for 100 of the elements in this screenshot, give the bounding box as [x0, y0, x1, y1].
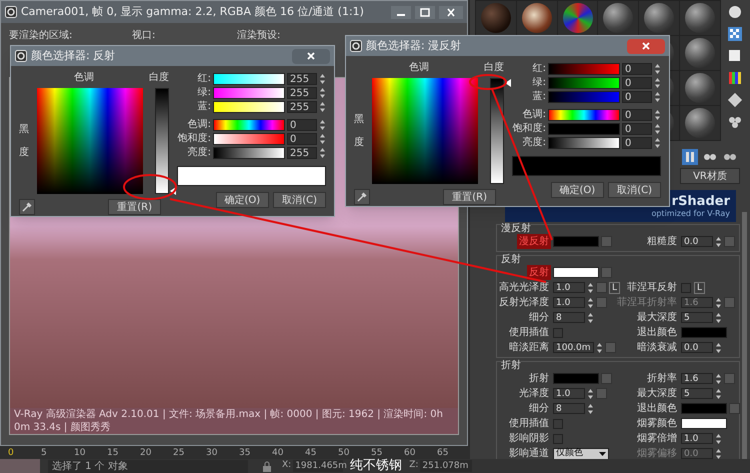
- sphere-icon[interactable]: [727, 4, 743, 20]
- channel-gradient-bar[interactable]: [213, 132, 285, 144]
- timeline-tick[interactable]: 30: [206, 448, 239, 458]
- color-swatch[interactable]: [681, 327, 727, 338]
- channel-value-field[interactable]: 0: [622, 122, 652, 134]
- channel-gradient-bar[interactable]: [213, 86, 285, 98]
- timeline-tick[interactable]: 65: [437, 448, 470, 458]
- timeline-tick[interactable]: 60: [404, 448, 437, 458]
- number-field[interactable]: 100.0m: [553, 342, 594, 353]
- checkbox[interactable]: [681, 282, 691, 292]
- checker-icon[interactable]: [727, 26, 743, 42]
- spinner-arrows-icon[interactable]: [654, 62, 661, 74]
- reset-button[interactable]: 重置(R): [108, 199, 161, 215]
- number-field[interactable]: 1.0: [681, 433, 713, 444]
- eyedropper-button[interactable]: [19, 199, 35, 215]
- channel-value-field[interactable]: 0: [622, 108, 652, 120]
- channel-gradient-bar[interactable]: [213, 146, 285, 158]
- checkbox[interactable]: [553, 418, 563, 428]
- spinner-arrows-icon[interactable]: [319, 86, 326, 98]
- channel-value-field[interactable]: 0: [287, 118, 317, 130]
- channel-value-field[interactable]: 255: [287, 72, 317, 84]
- color-swatch[interactable]: [553, 236, 599, 247]
- spinner-arrows-icon[interactable]: [587, 388, 594, 400]
- spinner-arrows-icon[interactable]: [319, 132, 326, 144]
- timeline-tick[interactable]: 40: [272, 448, 305, 458]
- spheres-icon[interactable]: [727, 114, 743, 130]
- channel-gradient-bar[interactable]: [213, 100, 285, 112]
- timeline-tick[interactable]: 10: [74, 448, 107, 458]
- square-icon[interactable]: [727, 48, 743, 64]
- toolbar-highlighted-icon[interactable]: [682, 149, 698, 165]
- checkbox[interactable]: [553, 328, 563, 338]
- channel-value-field[interactable]: 0: [622, 62, 652, 74]
- eyedropper-button[interactable]: [354, 189, 370, 205]
- scrollbar[interactable]: [742, 212, 747, 462]
- cancel-button[interactable]: 取消(C): [608, 182, 661, 198]
- lock-toggle[interactable]: L: [609, 282, 620, 294]
- close-button[interactable]: [292, 48, 330, 64]
- timeline-tick[interactable]: 0: [8, 448, 41, 458]
- number-field[interactable]: 8: [553, 403, 585, 414]
- timeline-tick[interactable]: 35: [239, 448, 272, 458]
- spinner-arrows-icon[interactable]: [319, 118, 326, 130]
- spinner-arrows-icon[interactable]: [587, 402, 594, 414]
- minimize-icon[interactable]: [391, 6, 411, 18]
- channel-value-field[interactable]: 0: [622, 90, 652, 102]
- spinner-arrows-icon[interactable]: [715, 342, 722, 354]
- material-type-button[interactable]: VR材质: [680, 168, 740, 184]
- spinner-arrows-icon[interactable]: [596, 342, 603, 354]
- color-bars-icon[interactable]: [727, 70, 743, 86]
- number-field[interactable]: 0.0: [681, 236, 713, 247]
- number-field[interactable]: 8: [553, 312, 585, 323]
- number-field[interactable]: 5: [681, 312, 713, 323]
- spinner-arrows-icon[interactable]: [715, 236, 722, 248]
- timeline-tick[interactable]: 20: [140, 448, 173, 458]
- spinner-arrows-icon[interactable]: [654, 90, 661, 102]
- channel-value-field[interactable]: 255: [287, 86, 317, 98]
- ok-button[interactable]: 确定(O): [216, 192, 270, 208]
- spinner-arrows-icon[interactable]: [715, 432, 722, 444]
- dropdown[interactable]: 仅颜色: [553, 448, 609, 460]
- spinner-arrows-icon[interactable]: [587, 312, 594, 324]
- number-field[interactable]: 1.0: [553, 282, 585, 293]
- reset-button[interactable]: 重置(R): [443, 189, 496, 205]
- channel-value-field[interactable]: 0: [622, 76, 652, 88]
- coordinate-field[interactable]: 251.078m: [420, 460, 472, 472]
- cancel-button[interactable]: 取消(C): [273, 192, 326, 208]
- lock-toggle[interactable]: L: [694, 282, 706, 294]
- timeline-tick[interactable]: 5: [41, 448, 74, 458]
- channel-value-field[interactable]: 0: [622, 136, 652, 148]
- color-swatch[interactable]: [681, 403, 727, 414]
- number-field[interactable]: 1.0: [553, 297, 585, 308]
- spinner-arrows-icon[interactable]: [587, 296, 594, 308]
- spinner-arrows-icon[interactable]: [654, 108, 661, 120]
- spinner-arrows-icon[interactable]: [654, 122, 661, 134]
- channel-value-field[interactable]: 255: [287, 100, 317, 112]
- close-button[interactable]: [627, 38, 665, 54]
- channel-gradient-bar[interactable]: [548, 76, 620, 88]
- slider-pointer-icon[interactable]: [505, 79, 511, 87]
- spinner-arrows-icon[interactable]: [587, 282, 594, 294]
- color-swatch[interactable]: [681, 418, 727, 429]
- number-field[interactable]: 0.0: [681, 342, 713, 353]
- spinner-arrows-icon[interactable]: [319, 100, 326, 112]
- channel-value-field[interactable]: 255: [287, 146, 317, 158]
- ok-button[interactable]: 确定(O): [550, 182, 604, 198]
- close-icon[interactable]: [439, 6, 463, 18]
- timeline-tick[interactable]: 45: [305, 448, 338, 458]
- number-field[interactable]: 1.6: [681, 373, 713, 384]
- hue-blackness-square[interactable]: [372, 78, 478, 184]
- timeline-tick[interactable]: 25: [173, 448, 206, 458]
- timeline-tick[interactable]: 15: [107, 448, 140, 458]
- spinner-arrows-icon[interactable]: [715, 372, 722, 384]
- spinner-arrows-icon[interactable]: [654, 76, 661, 88]
- slider-pointer-icon[interactable]: [170, 187, 176, 195]
- spinner-arrows-icon[interactable]: [715, 312, 722, 324]
- checkbox[interactable]: [553, 434, 563, 444]
- color-swatch[interactable]: [553, 373, 599, 384]
- spinner-arrows-icon[interactable]: [319, 146, 326, 158]
- lock-icon[interactable]: [262, 460, 272, 472]
- channel-gradient-bar[interactable]: [548, 108, 620, 120]
- spinner-arrows-icon[interactable]: [715, 388, 722, 400]
- channel-value-field[interactable]: 0: [287, 132, 317, 144]
- number-field[interactable]: 1.0: [553, 388, 585, 399]
